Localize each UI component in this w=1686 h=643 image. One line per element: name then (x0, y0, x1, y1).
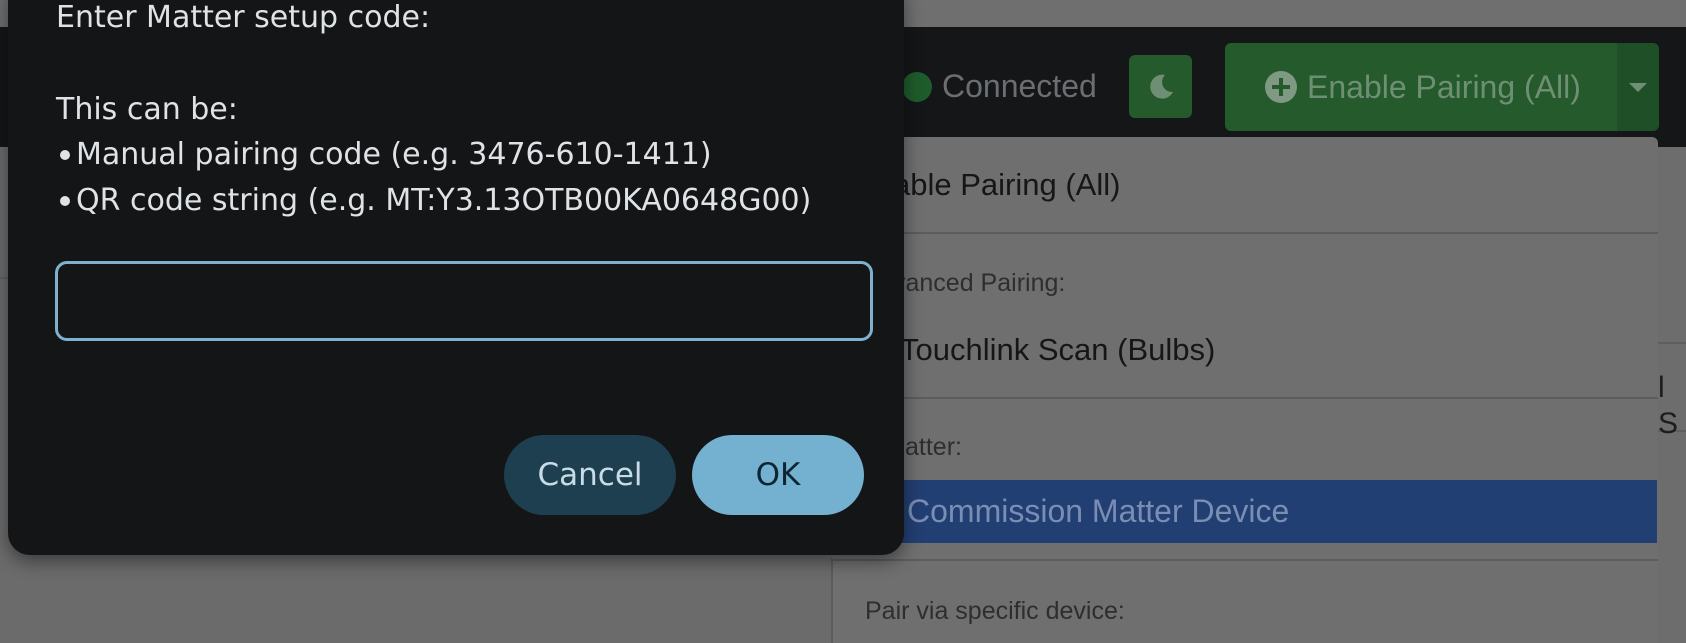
page: Connected Enable Pairing (All) l S able … (0, 0, 1686, 643)
bullet-icon (60, 196, 70, 206)
pairing-dropdown-toggle[interactable] (1617, 43, 1659, 131)
cancel-button[interactable]: Cancel (504, 435, 676, 515)
plus-circle-icon (1265, 71, 1297, 103)
enable-pairing-button[interactable]: Enable Pairing (All) (1225, 43, 1617, 131)
caret-down-icon (1629, 82, 1647, 92)
menu-divider (832, 397, 1658, 399)
dialog-description: This can be: (56, 92, 238, 127)
menu-item-enable-pairing-all[interactable]: able Pairing (All) (893, 166, 1120, 204)
ok-button[interactable]: OK (692, 435, 864, 515)
setup-code-input[interactable] (55, 261, 873, 341)
connection-status-dot (902, 72, 932, 102)
menu-divider (832, 232, 1658, 234)
right-panel-partial-text: l S (1658, 371, 1679, 440)
matter-setup-dialog: Enter Matter setup code: This can be: Ma… (8, 0, 904, 555)
dialog-prompt: Enter Matter setup code: (56, 0, 431, 35)
theme-toggle-button[interactable] (1129, 55, 1192, 118)
menu-item-commission-matter-label: Commission Matter Device (907, 493, 1290, 529)
menu-item-touchlink-scan[interactable]: Touchlink Scan (Bulbs) (900, 331, 1215, 369)
menu-divider (832, 559, 1658, 561)
pairing-dropdown-menu (832, 137, 1658, 643)
enable-pairing-label: Enable Pairing (All) (1307, 69, 1581, 105)
menu-header-pair-specific-device: Pair via specific device: (865, 597, 1125, 625)
connection-status-label: Connected (942, 68, 1097, 104)
bullet-icon (60, 150, 70, 160)
right-panel-divider (1656, 342, 1686, 344)
menu-header-matter: atter: (905, 433, 962, 461)
dialog-option-qr: QR code string (e.g. MT:Y3.13OTB00KA0648… (76, 183, 812, 218)
menu-header-advanced-pairing: vanced Pairing: (893, 269, 1066, 297)
moon-icon (1149, 74, 1173, 99)
dialog-option-manual: Manual pairing code (e.g. 3476-610-1411) (76, 137, 712, 172)
dropdown-border (831, 558, 833, 643)
